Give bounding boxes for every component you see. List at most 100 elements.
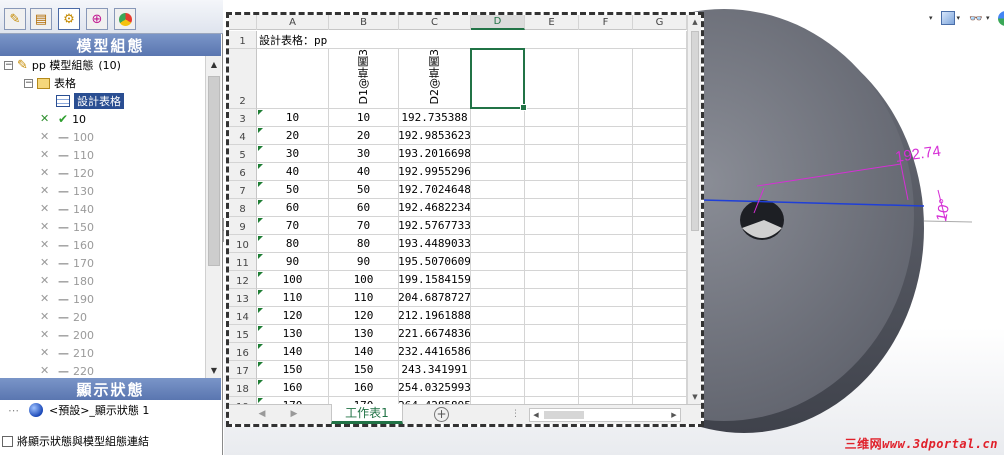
empty-cell[interactable] bbox=[471, 253, 525, 271]
empty-cell[interactable] bbox=[525, 145, 579, 163]
configuration-item[interactable]: ✕ ✔ 10 bbox=[40, 110, 86, 128]
config-name-cell[interactable]: 170 bbox=[257, 397, 329, 404]
empty-cell[interactable] bbox=[633, 289, 687, 307]
empty-cell[interactable] bbox=[471, 163, 525, 181]
design-table-title-cell[interactable]: 設計表格：pp bbox=[257, 31, 687, 49]
d1-value-cell[interactable]: 50 bbox=[329, 181, 399, 199]
d1-value-cell[interactable]: 160 bbox=[329, 379, 399, 397]
row-header[interactable]: 6 bbox=[229, 163, 257, 181]
collapse-icon[interactable]: − bbox=[24, 78, 33, 88]
config-name-cell[interactable]: 120 bbox=[257, 307, 329, 325]
empty-cell[interactable] bbox=[525, 253, 579, 271]
configuration-item[interactable]: ✕ — 100 bbox=[40, 128, 94, 146]
display-state-item[interactable]: ⋯ <預設>_顯示狀態 1 bbox=[8, 402, 149, 418]
empty-cell[interactable] bbox=[525, 235, 579, 253]
column-header-g[interactable]: G bbox=[633, 15, 687, 30]
empty-cell[interactable] bbox=[525, 379, 579, 397]
empty-cell[interactable] bbox=[525, 181, 579, 199]
section-view-caret-icon[interactable]: ▾ bbox=[929, 14, 933, 22]
d1-value-cell[interactable]: 70 bbox=[329, 217, 399, 235]
empty-cell[interactable] bbox=[471, 217, 525, 235]
row-header[interactable]: 9 bbox=[229, 217, 257, 235]
active-cell-d2[interactable] bbox=[470, 48, 527, 111]
configuration-item[interactable]: ✕ — 150 bbox=[40, 218, 94, 236]
column-header-a[interactable]: A bbox=[257, 15, 329, 30]
configuration-item[interactable]: ✕ — 210 bbox=[40, 344, 94, 362]
empty-cell[interactable] bbox=[633, 127, 687, 145]
d2-value-cell[interactable]: 192.735388 bbox=[399, 109, 471, 127]
config-name-cell[interactable]: 50 bbox=[257, 181, 329, 199]
empty-cell[interactable] bbox=[471, 361, 525, 379]
empty-cell[interactable] bbox=[471, 307, 525, 325]
empty-cell[interactable] bbox=[525, 325, 579, 343]
tree-tables-node[interactable]: − 表格 bbox=[24, 74, 76, 92]
display-style-caret-icon[interactable]: ▾ bbox=[957, 14, 961, 22]
dimxpert-tab[interactable]: ⊕ bbox=[86, 8, 108, 30]
row-header[interactable]: 11 bbox=[229, 253, 257, 271]
row-header[interactable]: 8 bbox=[229, 199, 257, 217]
display-manager-tab[interactable] bbox=[114, 8, 136, 30]
empty-cell[interactable] bbox=[579, 379, 633, 397]
row-header[interactable]: 12 bbox=[229, 271, 257, 289]
empty-cell[interactable] bbox=[633, 199, 687, 217]
column-header-c[interactable]: C bbox=[399, 15, 471, 30]
empty-cell[interactable] bbox=[471, 397, 525, 404]
configuration-item[interactable]: ✕ — 120 bbox=[40, 164, 94, 182]
config-name-cell[interactable]: 130 bbox=[257, 325, 329, 343]
d2-value-cell[interactable]: 212.1961888 bbox=[399, 307, 471, 325]
empty-cell[interactable] bbox=[525, 49, 579, 109]
empty-cell[interactable] bbox=[525, 127, 579, 145]
display-style-icon[interactable] bbox=[940, 11, 955, 25]
configuration-item[interactable]: ✕ — 130 bbox=[40, 182, 94, 200]
config-name-cell[interactable]: 140 bbox=[257, 343, 329, 361]
column-header-b[interactable]: B bbox=[329, 15, 399, 30]
d1-value-cell[interactable]: 120 bbox=[329, 307, 399, 325]
empty-cell[interactable] bbox=[633, 217, 687, 235]
row-header[interactable]: 2 bbox=[229, 49, 257, 109]
d1-value-cell[interactable]: 100 bbox=[329, 271, 399, 289]
property-manager-tab[interactable]: ▤ bbox=[30, 8, 52, 30]
spreadsheet[interactable]: ABCDEFG 1 設計表格：pp 2 D1@草圖3 D2@草圖3 3 10 10 192.73… bbox=[229, 15, 701, 424]
d2-value-cell[interactable]: 192.5767733 bbox=[399, 217, 471, 235]
design-table-editor[interactable]: ABCDEFG 1 設計表格：pp 2 D1@草圖3 D2@草圖3 3 10 10 192.73… bbox=[226, 12, 704, 427]
row-header[interactable]: 7 bbox=[229, 181, 257, 199]
row-header[interactable]: 3 bbox=[229, 109, 257, 127]
empty-cell[interactable] bbox=[579, 49, 633, 109]
d2-value-cell[interactable]: 192.9955296 bbox=[399, 163, 471, 181]
tree-design-table[interactable]: 設計表格 bbox=[56, 92, 124, 110]
d2-value-cell[interactable]: 243.341991 bbox=[399, 361, 471, 379]
config-name-cell[interactable]: 60 bbox=[257, 199, 329, 217]
angle-dimension[interactable]: 10° bbox=[933, 197, 954, 222]
column-header-d[interactable]: D bbox=[471, 15, 525, 30]
add-sheet-button[interactable]: + bbox=[434, 407, 449, 422]
config-name-cell[interactable]: 100 bbox=[257, 271, 329, 289]
row-header[interactable]: 1 bbox=[229, 31, 257, 49]
sheet-horizontal-scrollbar[interactable]: ◀ ▶ bbox=[529, 408, 681, 422]
config-name-cell[interactable]: 110 bbox=[257, 289, 329, 307]
header-cell-a[interactable] bbox=[257, 49, 329, 109]
config-name-cell[interactable]: 30 bbox=[257, 145, 329, 163]
empty-cell[interactable] bbox=[633, 253, 687, 271]
config-name-cell[interactable]: 10 bbox=[257, 109, 329, 127]
empty-cell[interactable] bbox=[633, 361, 687, 379]
config-name-cell[interactable]: 40 bbox=[257, 163, 329, 181]
empty-cell[interactable] bbox=[525, 109, 579, 127]
row-header[interactable]: 14 bbox=[229, 307, 257, 325]
empty-cell[interactable] bbox=[633, 109, 687, 127]
config-name-cell[interactable]: 90 bbox=[257, 253, 329, 271]
d2-value-cell[interactable]: 192.7024648 bbox=[399, 181, 471, 199]
empty-cell[interactable] bbox=[633, 271, 687, 289]
tab-split-handle-icon[interactable]: ⋮ bbox=[511, 409, 520, 419]
empty-cell[interactable] bbox=[471, 289, 525, 307]
config-name-cell[interactable]: 20 bbox=[257, 127, 329, 145]
scroll-up-icon[interactable]: ▲ bbox=[206, 56, 222, 72]
configuration-item[interactable]: ✕ — 170 bbox=[40, 254, 94, 272]
empty-cell[interactable] bbox=[471, 109, 525, 127]
empty-cell[interactable] bbox=[525, 397, 579, 404]
column-header-e[interactable]: E bbox=[525, 15, 579, 30]
scroll-left-icon[interactable]: ◀ bbox=[530, 409, 542, 421]
config-name-cell[interactable]: 160 bbox=[257, 379, 329, 397]
empty-cell[interactable] bbox=[579, 343, 633, 361]
configuration-item[interactable]: ✕ — 20 bbox=[40, 308, 87, 326]
empty-cell[interactable] bbox=[579, 253, 633, 271]
